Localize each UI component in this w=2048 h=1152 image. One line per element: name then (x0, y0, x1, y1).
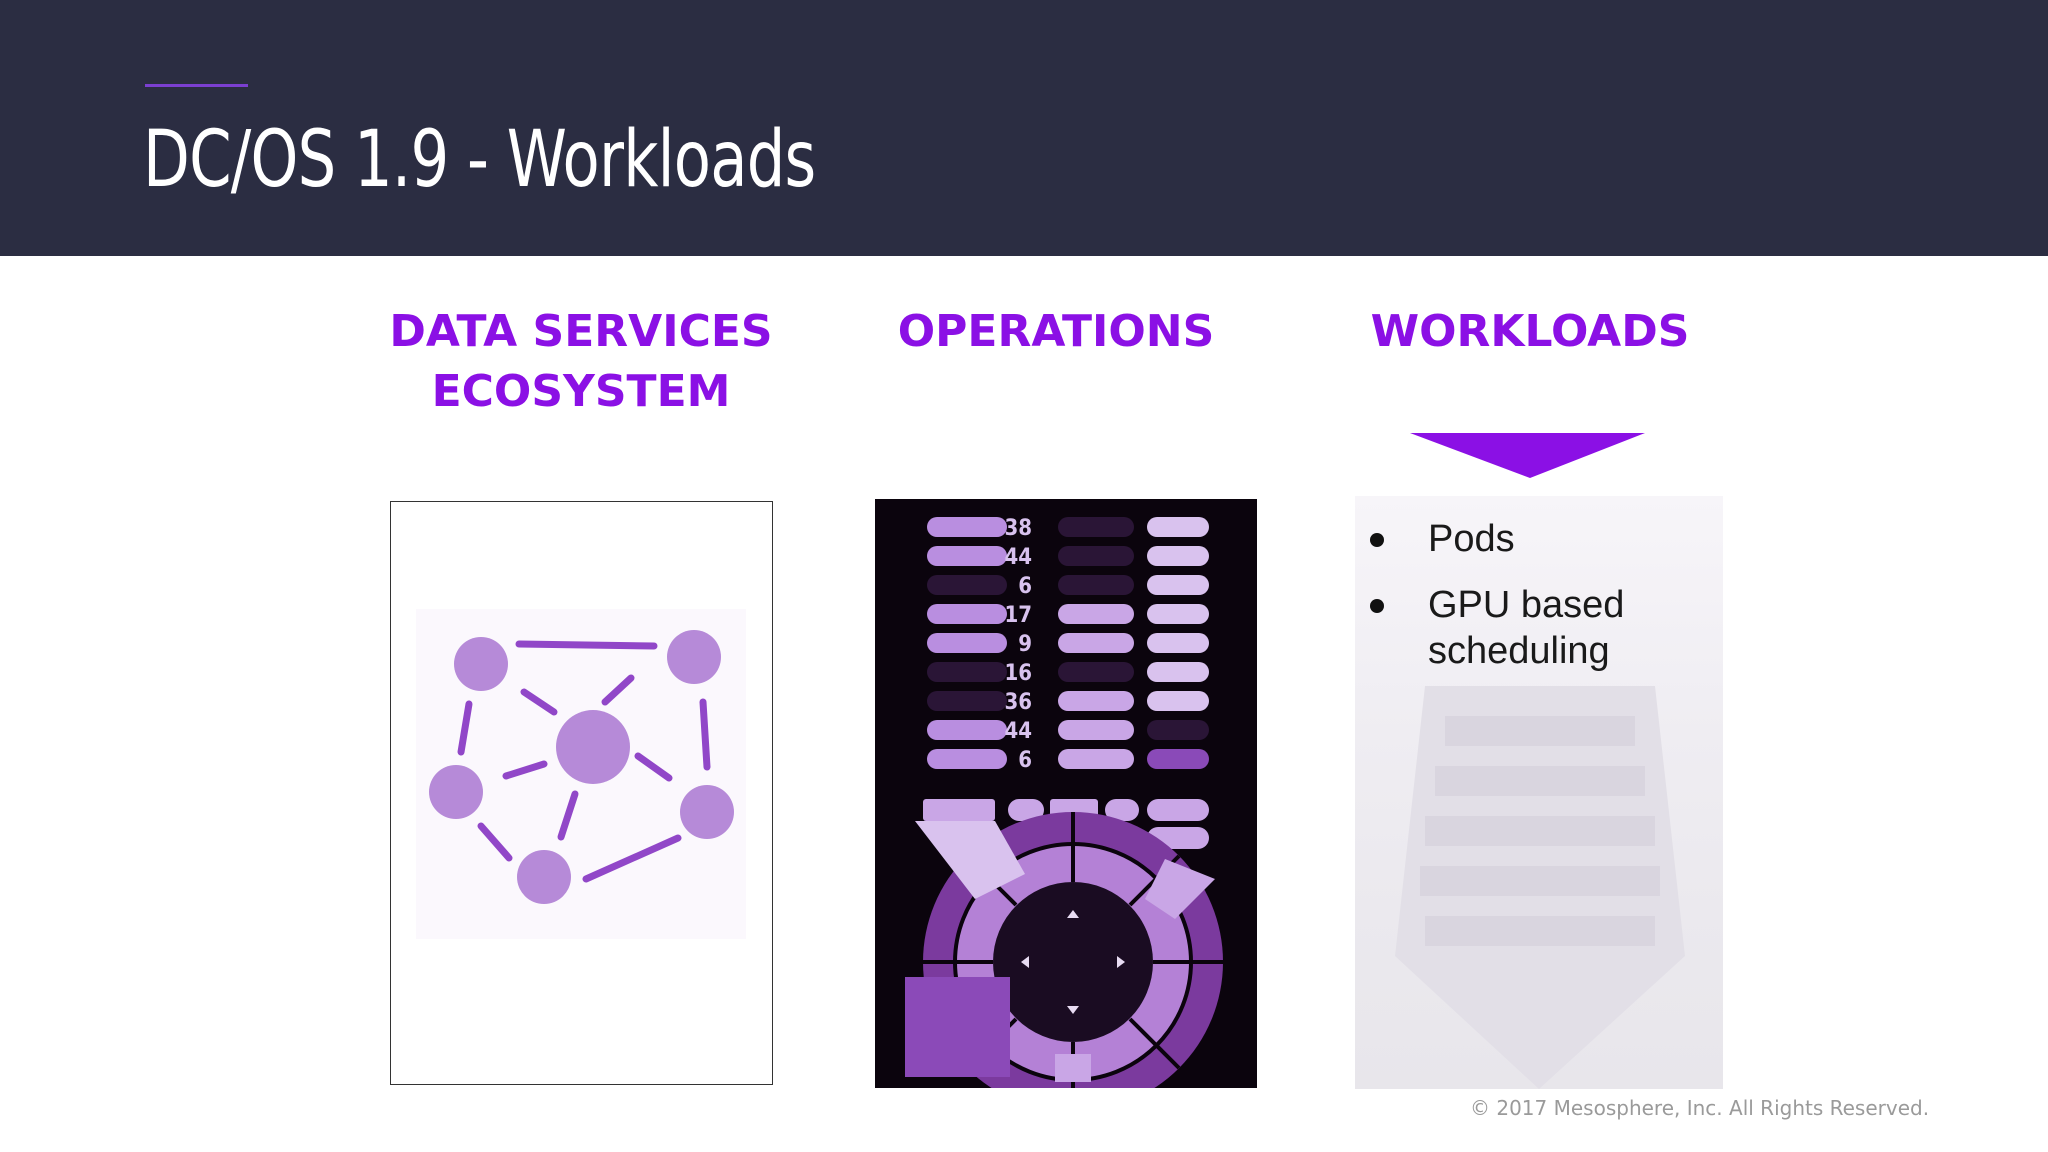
panel-bar (1058, 604, 1134, 624)
panel-number: 6 (1018, 574, 1032, 599)
down-arrow-icon (1410, 433, 1645, 478)
panel-bar (1147, 633, 1209, 653)
panel-bar (1058, 633, 1134, 653)
control-panel-icon: 38 44 6 17 9 16 36 44 6 (905, 516, 1223, 1088)
panel-bar (1147, 662, 1209, 682)
column-title-line: OPERATIONS (897, 306, 1215, 357)
panel-number: 44 (1004, 719, 1032, 744)
header-accent-line (145, 84, 248, 87)
panel-bar (1147, 749, 1209, 769)
panel-bar (927, 633, 1007, 653)
panel-bar (1147, 546, 1209, 566)
panel-bar (1058, 720, 1134, 740)
bullet-dot-icon (1370, 533, 1384, 547)
column-title-line: DATA SERVICES (389, 306, 773, 357)
column-title-workloads: WORKLOADS (1330, 302, 1730, 362)
panel-number: 16 (1004, 661, 1032, 686)
network-graph-icon (416, 609, 746, 939)
panel-bar (1147, 691, 1209, 711)
panel-bar (1147, 604, 1209, 624)
panel-bar (1058, 546, 1134, 566)
panel-bar (927, 720, 1007, 740)
slide-title: DC/OS 1.9 - Workloads (143, 115, 816, 205)
workloads-bullet-list: Pods GPU based scheduling (1355, 516, 1723, 694)
copyright-notice: © 2017 Mesosphere, Inc. All Rights Reser… (1470, 1096, 1930, 1120)
panel-bar (927, 604, 1007, 624)
list-item: Pods (1355, 516, 1723, 562)
panel-bar (1058, 691, 1134, 711)
panel-bar (927, 517, 1007, 537)
panel-number: 6 (1018, 748, 1032, 773)
column-title-line: WORKLOADS (1370, 306, 1690, 357)
panel-bar (1147, 517, 1209, 537)
panel-number: 44 (1004, 545, 1032, 570)
panel-bar (1058, 662, 1134, 682)
panel-number: 17 (1004, 603, 1032, 628)
workloads-card: Pods GPU based scheduling (1355, 496, 1723, 1089)
operations-panel-card: 38 44 6 17 9 16 36 44 6 (875, 499, 1257, 1088)
network-graph-card (390, 501, 773, 1085)
panel-bar (927, 662, 1007, 682)
panel-number: 38 (1004, 516, 1032, 541)
panel-bar (1147, 575, 1209, 595)
panel-number: 36 (1004, 690, 1032, 715)
panel-bar (927, 691, 1007, 711)
list-item: GPU based scheduling (1355, 582, 1723, 674)
panel-bar (1058, 575, 1134, 595)
column-title-data-services: DATA SERVICES ECOSYSTEM (381, 302, 781, 422)
panel-bar (1058, 749, 1134, 769)
panel-bar (927, 749, 1007, 769)
bullet-text: Pods (1428, 518, 1515, 560)
panel-number: 9 (1018, 632, 1032, 657)
column-title-line: ECOSYSTEM (431, 366, 731, 417)
panel-bar (927, 575, 1007, 595)
bullet-dot-icon (1370, 599, 1384, 613)
panel-bar (927, 546, 1007, 566)
slide-header: DC/OS 1.9 - Workloads (0, 0, 2048, 256)
panel-bar (1147, 720, 1209, 740)
column-title-operations: OPERATIONS (856, 302, 1256, 362)
panel-bar (1058, 517, 1134, 537)
bullet-text: GPU based scheduling (1428, 584, 1625, 672)
